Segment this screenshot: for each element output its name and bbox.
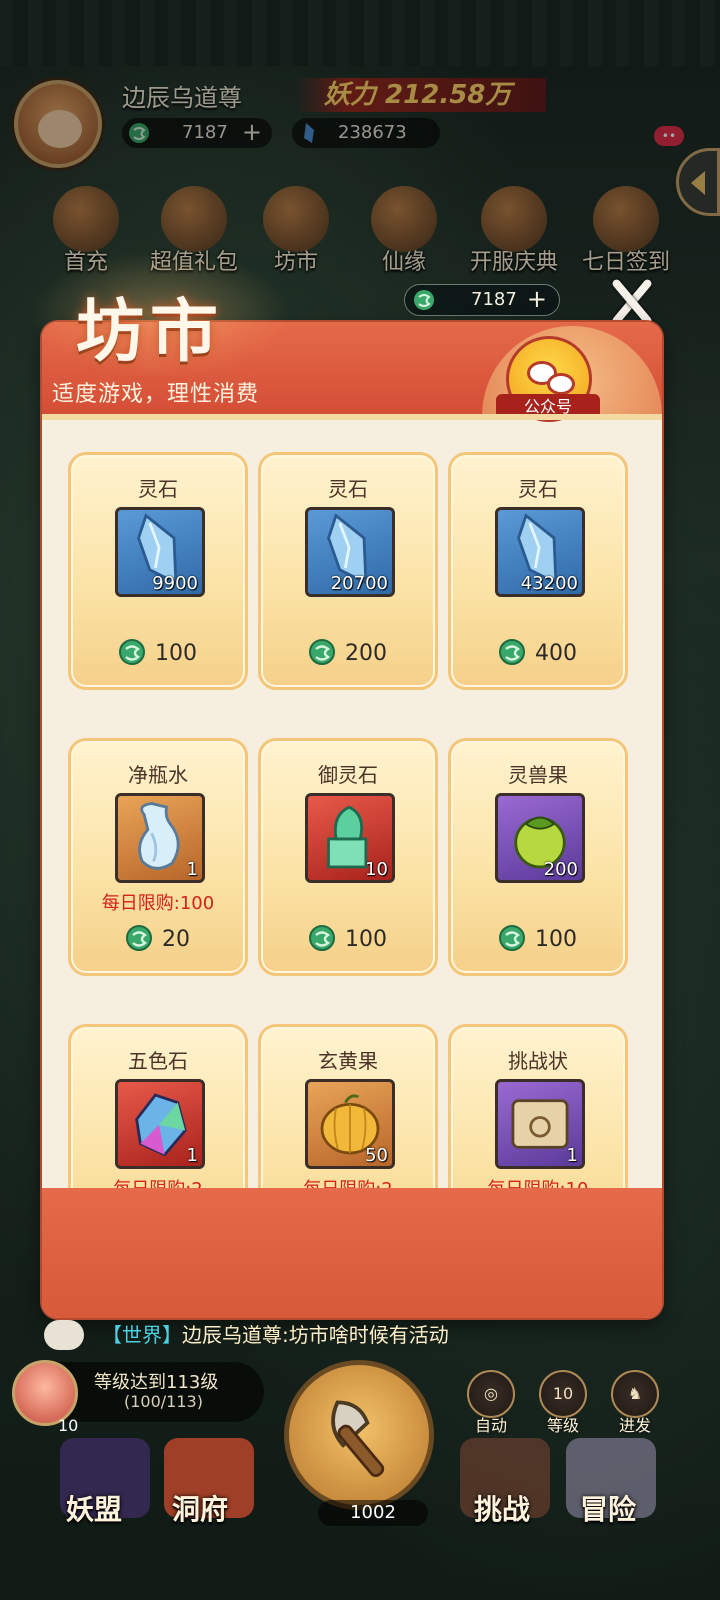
- item-price-value: 100: [155, 641, 197, 666]
- level-button[interactable]: 10 等级: [534, 1370, 592, 1436]
- jade-coin-icon: [499, 639, 525, 665]
- evolve-label: 进发: [618, 1416, 651, 1435]
- item-price[interactable]: 400: [451, 639, 625, 666]
- shop-coin-value: 7187: [471, 289, 517, 310]
- nav-adventure[interactable]: 冒险: [580, 1488, 636, 1528]
- peach-level: 10: [58, 1416, 79, 1435]
- spirit-stone-item-icon: 20700: [305, 507, 395, 597]
- chat-channel: 【世界】: [102, 1323, 182, 1347]
- item-name: 灵石: [518, 477, 558, 501]
- shop-item-card[interactable]: 灵石 9900 100: [68, 452, 248, 690]
- wechat-official-account-button[interactable]: 公众号: [496, 394, 600, 420]
- five-color-stone-item-icon: 1: [115, 1079, 205, 1169]
- item-name: 御灵石: [318, 763, 378, 787]
- item-name: 净瓶水: [128, 763, 188, 787]
- nav-demon-alliance[interactable]: 妖盟: [66, 1488, 122, 1528]
- world-chat-bar[interactable]: 【世界】边辰乌道尊:坊市啥时候有活动: [44, 1318, 684, 1352]
- bottom-navigation: 妖盟 洞府 挑战 冒险: [0, 1438, 720, 1600]
- nav-challenge[interactable]: 挑战: [474, 1488, 530, 1528]
- item-price[interactable]: 100: [451, 925, 625, 952]
- shop-subtitle: 适度游戏，理性消费: [52, 382, 260, 407]
- shop-item-card[interactable]: 灵兽果 200 100: [448, 738, 628, 976]
- auto-button[interactable]: ◎ 自动: [462, 1370, 520, 1436]
- jade-coin-icon: [309, 925, 335, 951]
- item-price-value: 400: [535, 641, 577, 666]
- item-name: 玄黄果: [318, 1049, 378, 1073]
- item-quantity: 10: [365, 859, 388, 880]
- item-quantity: 200: [543, 859, 578, 880]
- item-price[interactable]: 100: [71, 639, 245, 666]
- item-quantity: 1: [566, 1145, 578, 1166]
- item-name: 灵兽果: [508, 763, 568, 787]
- jade-coin-icon: [126, 925, 152, 951]
- vase-water-item-icon: 1: [115, 793, 205, 883]
- item-quantity: 20700: [330, 573, 388, 594]
- shop-title: 坊市: [76, 292, 225, 372]
- level-number: 10: [539, 1370, 587, 1418]
- shop-item-grid: 灵石 9900 100 灵石 20700 200 灵石 43200 400 净瓶…: [68, 452, 638, 1282]
- item-price[interactable]: 20: [71, 925, 245, 952]
- shop-item-card[interactable]: 御灵石 10 100: [258, 738, 438, 976]
- control-stone-item-icon: 10: [305, 793, 395, 883]
- item-quantity: 43200: [520, 573, 578, 594]
- shop-footer: [42, 1188, 662, 1318]
- item-price-value: 100: [535, 927, 577, 952]
- chat-text: 【世界】边辰乌道尊:坊市啥时候有活动: [102, 1318, 449, 1352]
- level-task-text: 等级达到113级: [94, 1372, 219, 1393]
- shop-coin-balance[interactable]: 7187 +: [404, 284, 560, 316]
- shop-item-card[interactable]: 灵石 20700 200: [258, 452, 438, 690]
- item-price[interactable]: 200: [261, 639, 435, 666]
- beast-fruit-item-icon: 200: [495, 793, 585, 883]
- level-task-progress: (100/113): [124, 1392, 203, 1411]
- spirit-stone-item-icon: 9900: [115, 507, 205, 597]
- item-price[interactable]: 100: [261, 925, 435, 952]
- jade-coin-icon: [499, 925, 525, 951]
- item-price-value: 20: [162, 927, 190, 952]
- spirit-stone-item-icon: 43200: [495, 507, 585, 597]
- xuanhuang-fruit-item-icon: 50: [305, 1079, 395, 1169]
- item-name: 灵石: [138, 477, 178, 501]
- item-name: 灵石: [328, 477, 368, 501]
- item-price-value: 200: [345, 641, 387, 666]
- item-price-value: 100: [345, 927, 387, 952]
- chat-bubble-right: [547, 373, 575, 395]
- level-label: 等级: [546, 1416, 579, 1435]
- shop-item-card[interactable]: 灵石 43200 400: [448, 452, 628, 690]
- nav-cave-dwelling[interactable]: 洞府: [172, 1488, 228, 1528]
- evolve-button[interactable]: ♞ 进发: [606, 1370, 664, 1436]
- jade-coin-icon: [309, 639, 335, 665]
- swirl-icon: ◎: [467, 1370, 515, 1418]
- item-quantity: 1: [186, 1145, 198, 1166]
- level-task-panel[interactable]: 等级达到113级 (100/113): [12, 1360, 264, 1426]
- chat-message: 边辰乌道尊:坊市啥时候有活动: [182, 1323, 449, 1347]
- item-quantity: 50: [365, 1145, 388, 1166]
- shop-coin-add-button[interactable]: +: [527, 284, 547, 314]
- item-quantity: 1: [186, 859, 198, 880]
- shop-item-card[interactable]: 净瓶水 1 每日限购:100 20: [68, 738, 248, 976]
- jade-coin-icon: [414, 290, 434, 310]
- item-limit: 每日限购:100: [101, 893, 215, 914]
- shop-modal: 适度游戏，理性消费 公众号 灵石 9900 100 灵石 20700 200 灵…: [42, 322, 662, 1318]
- item-name: 挑战状: [508, 1049, 568, 1073]
- chat-bubble-icon[interactable]: [44, 1320, 84, 1350]
- jade-coin-icon: [119, 639, 145, 665]
- fox-icon: ♞: [611, 1370, 659, 1418]
- item-name: 五色石: [128, 1049, 188, 1073]
- item-quantity: 9900: [152, 573, 198, 594]
- auto-label: 自动: [474, 1416, 507, 1435]
- challenge-scroll-item-icon: 1: [495, 1079, 585, 1169]
